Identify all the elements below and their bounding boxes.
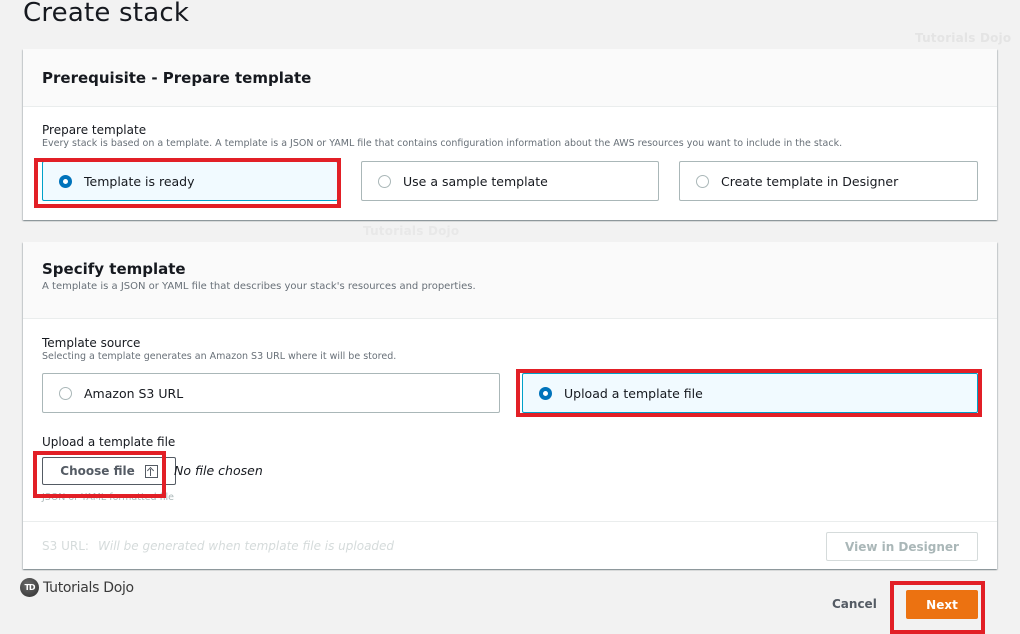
template-source-label: Template source: [42, 336, 141, 350]
next-button[interactable]: Next: [906, 590, 978, 619]
radio-checked-icon[interactable]: [59, 174, 72, 188]
logo-text: Tutorials Dojo: [43, 579, 134, 596]
view-in-designer-button[interactable]: View in Designer: [826, 532, 978, 561]
choose-file-button[interactable]: Choose file: [42, 457, 176, 485]
option-label: Upload a template file: [564, 385, 703, 401]
page-title: Create stack: [23, 0, 190, 28]
logo-badge-icon: TD: [20, 578, 39, 597]
specify-title: Specify template: [42, 260, 186, 278]
prerequisite-panel: Prerequisite - Prepare template Prepare …: [23, 49, 997, 220]
prepare-template-description: Every stack is based on a template. A te…: [42, 138, 843, 149]
option-label: Amazon S3 URL: [84, 385, 184, 401]
option-sample-template[interactable]: Use a sample template: [361, 161, 659, 201]
radio-unchecked-icon[interactable]: [59, 386, 72, 400]
prerequisite-header: Prerequisite - Prepare template: [23, 49, 997, 107]
s3-url-value: Will be generated when template file is …: [98, 539, 395, 553]
prepare-template-field: Prepare template Every stack is based on…: [42, 123, 987, 149]
watermark: Tutorials Dojo: [915, 31, 1012, 45]
specify-description: A template is a JSON or YAML file that d…: [42, 281, 476, 292]
upload-icon: [144, 464, 158, 478]
template-source-field: Template source Selecting a template gen…: [42, 336, 396, 362]
specify-header: Specify template A template is a JSON or…: [23, 242, 997, 319]
s3-url-label: S3 URL:: [42, 539, 89, 553]
choose-file-label: Choose file: [60, 464, 135, 478]
tutorials-dojo-logo: TD Tutorials Dojo: [20, 578, 134, 597]
radio-unchecked-icon[interactable]: [696, 174, 709, 188]
upload-hint: JSON or YAML formatted file: [42, 492, 175, 503]
no-file-chosen-text: No file chosen: [174, 463, 263, 478]
specify-template-panel: Specify template A template is a JSON or…: [23, 242, 997, 569]
create-stack-page: Create stack Tutorials Dojo Prerequisite…: [0, 0, 1020, 634]
radio-checked-icon[interactable]: [539, 386, 552, 400]
option-label: Template is ready: [84, 173, 195, 189]
template-source-description: Selecting a template generates an Amazon…: [42, 351, 397, 362]
cancel-button[interactable]: Cancel: [832, 597, 877, 611]
option-label: Use a sample template: [403, 173, 548, 189]
option-upload-template-file[interactable]: Upload a template file: [522, 373, 978, 413]
watermark: Tutorials Dojo: [363, 224, 460, 238]
option-label: Create template in Designer: [721, 173, 899, 189]
s3-url-row: S3 URL: Will be generated when template …: [23, 521, 997, 569]
option-template-ready[interactable]: Template is ready: [42, 161, 338, 201]
prepare-template-label: Prepare template: [42, 123, 147, 137]
option-create-in-designer[interactable]: Create template in Designer: [679, 161, 978, 201]
option-amazon-s3-url[interactable]: Amazon S3 URL: [42, 373, 500, 413]
radio-unchecked-icon[interactable]: [378, 174, 391, 188]
prerequisite-title: Prerequisite - Prepare template: [42, 68, 312, 87]
upload-file-label: Upload a template file: [42, 435, 176, 449]
